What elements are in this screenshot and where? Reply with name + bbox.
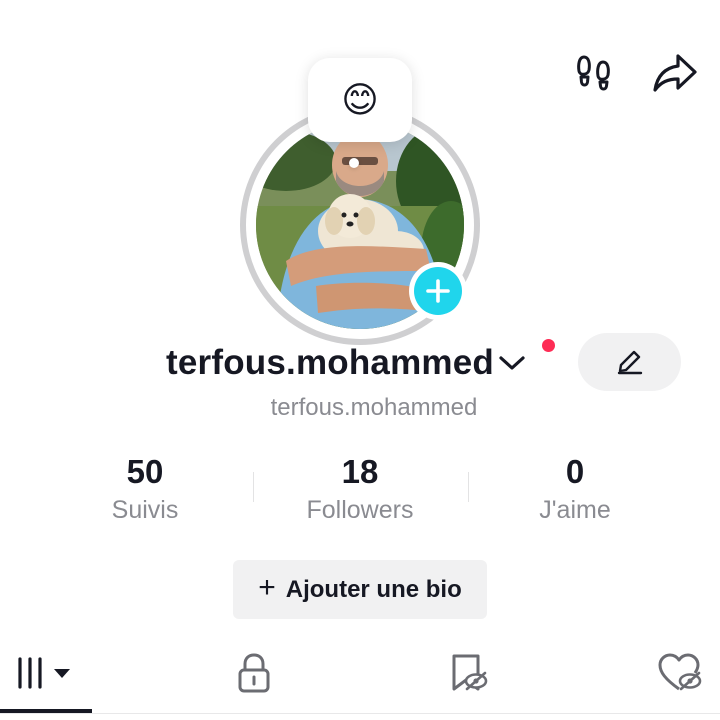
- plus-icon: +: [258, 571, 276, 604]
- stat-label: J'aime: [539, 496, 611, 524]
- grid-icon: [18, 657, 42, 689]
- notification-dot: [540, 337, 557, 354]
- display-name: terfous.mohammed: [166, 343, 494, 382]
- status-bubble[interactable]: 😊: [308, 58, 412, 142]
- footprints-button[interactable]: [572, 50, 618, 96]
- stat-following[interactable]: 50 Suivis: [55, 452, 235, 528]
- share-arrow-icon: [653, 54, 697, 92]
- tab-liked[interactable]: [648, 633, 712, 713]
- add-avatar-circle: [414, 267, 462, 315]
- add-avatar-button[interactable]: [409, 262, 467, 320]
- stat-value: 50: [126, 453, 164, 490]
- tab-videos[interactable]: [6, 633, 80, 713]
- plus-icon: [426, 279, 450, 303]
- stat-divider: [468, 472, 469, 502]
- add-bio-label: Ajouter une bio: [285, 575, 462, 603]
- status-emoji: 😊: [341, 79, 379, 120]
- stat-followers[interactable]: 18 Followers: [270, 452, 450, 528]
- footprints-icon: [577, 55, 610, 91]
- chevron-down-icon: [499, 356, 525, 370]
- header-actions: [572, 50, 698, 96]
- tab-private[interactable]: [222, 633, 286, 713]
- lock-icon: [238, 653, 270, 693]
- stat-label: Suivis: [111, 496, 179, 524]
- share-button[interactable]: [652, 50, 698, 96]
- liked-heart-icon: [658, 653, 702, 691]
- stats-row: 50 Suivis 18 Followers 0 J'aime: [0, 452, 720, 532]
- tab-saved[interactable]: [436, 633, 500, 713]
- caret-down-icon: [54, 669, 70, 678]
- add-bio-button[interactable]: + Ajouter une bio: [233, 560, 487, 619]
- display-name-row: terfous.mohammed: [166, 340, 528, 386]
- bookmark-icon: [452, 654, 488, 691]
- stat-likes[interactable]: 0 J'aime: [485, 452, 665, 528]
- stat-value: 0: [565, 453, 585, 490]
- account-switch-button[interactable]: [498, 348, 528, 378]
- tabs-divider: [0, 713, 720, 714]
- edit-profile-button[interactable]: [578, 333, 681, 391]
- stat-divider: [253, 472, 254, 502]
- stat-value: 18: [341, 453, 379, 490]
- stat-label: Followers: [306, 496, 414, 524]
- username: terfous.mohammed: [270, 394, 478, 421]
- status-bubble-tail: [349, 158, 359, 168]
- content-tabs: [0, 633, 720, 720]
- pencil-icon: [617, 350, 642, 375]
